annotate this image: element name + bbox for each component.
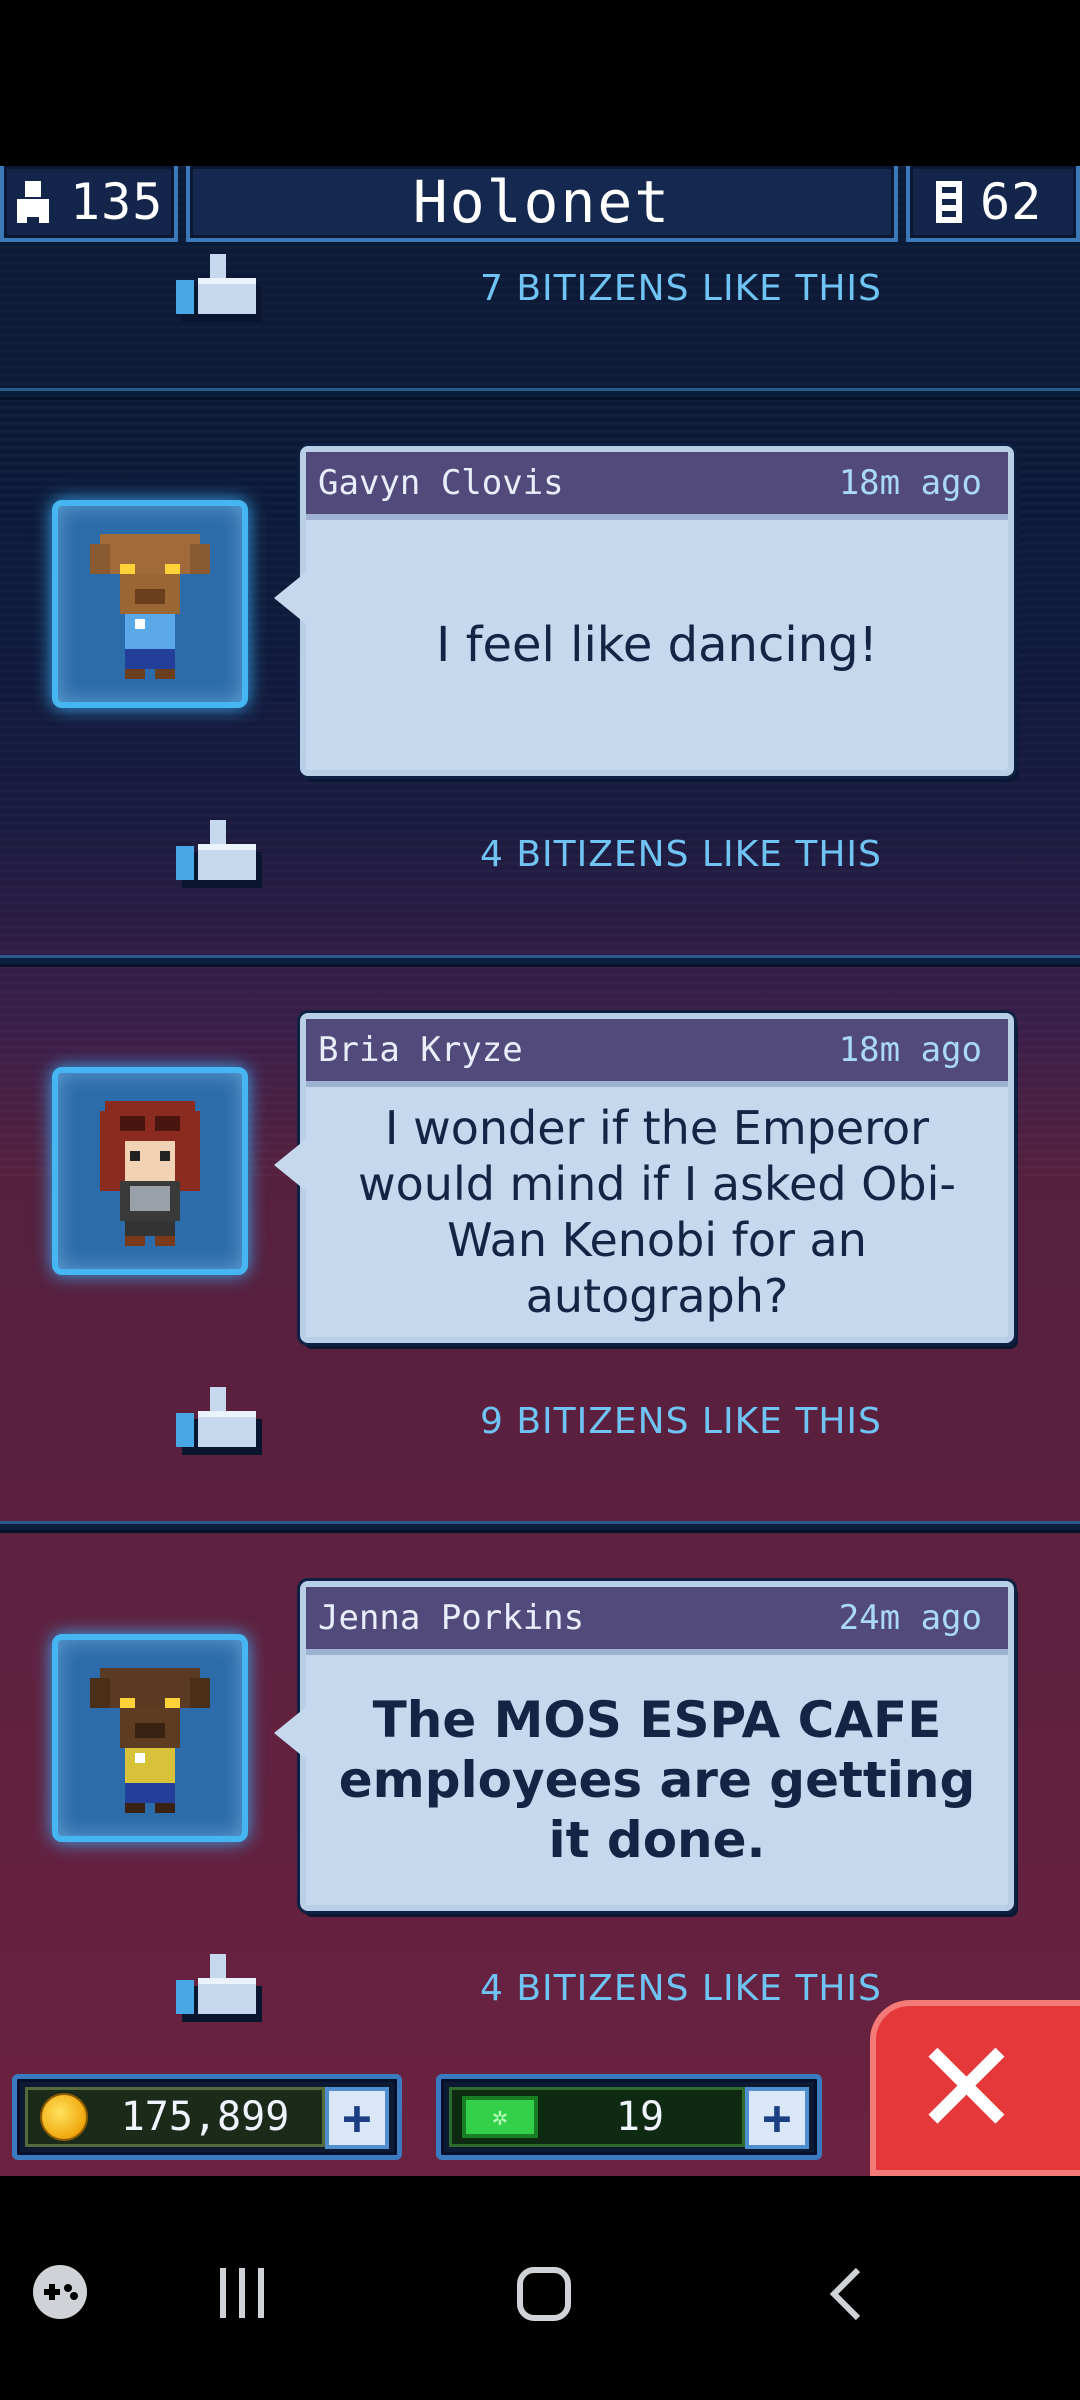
add-bux-button[interactable]: + bbox=[745, 2087, 809, 2149]
bubble-pointer bbox=[274, 1707, 306, 1759]
recents-icon[interactable] bbox=[214, 2266, 270, 2324]
message-text: I wonder if the Emperor would mind if I … bbox=[358, 1101, 956, 1323]
coin-icon bbox=[40, 2093, 88, 2141]
bux-count: 19 bbox=[615, 2094, 665, 2140]
coins-panel: 175,899 + bbox=[12, 2074, 402, 2160]
system-nav-bar bbox=[0, 2176, 1080, 2400]
holonet-header: 135 Holonet 62 bbox=[0, 166, 1080, 248]
post-likes-row: 7 BITIZENS LIKE THIS bbox=[0, 250, 1080, 340]
population-counter: 135 bbox=[0, 166, 178, 242]
bubble-pointer bbox=[274, 1139, 306, 1191]
author-name: Jenna Porkins bbox=[318, 1598, 585, 1638]
floors-counter: 62 bbox=[906, 166, 1080, 242]
message-bubble: Jenna Porkins 24m ago The MOS ESPA CAFE … bbox=[274, 1581, 1014, 1911]
message-text: The MOS ESPA CAFE employees are getting … bbox=[338, 1691, 976, 1869]
close-icon: ✕ bbox=[912, 2012, 1021, 2164]
back-icon[interactable] bbox=[826, 2266, 866, 2326]
post-time: 18m ago bbox=[838, 1030, 982, 1070]
likes-count: 7 BITIZENS LIKE THIS bbox=[480, 268, 882, 309]
avatar-image bbox=[90, 1668, 210, 1813]
post-likes-row: 9 BITIZENS LIKE THIS bbox=[0, 1383, 1080, 1473]
divider bbox=[0, 955, 1080, 967]
bubble-header: Jenna Porkins 24m ago bbox=[306, 1587, 1008, 1655]
divider bbox=[0, 1521, 1080, 1533]
message-text: I feel like dancing! bbox=[436, 617, 878, 673]
bubble-header: Bria Kryze 18m ago bbox=[306, 1019, 1008, 1087]
author-name: Bria Kryze bbox=[318, 1030, 523, 1070]
likes-count: 4 BITIZENS LIKE THIS bbox=[480, 1968, 882, 2009]
population-count: 135 bbox=[70, 173, 164, 231]
thumbs-up-icon[interactable] bbox=[176, 252, 266, 322]
avatar[interactable] bbox=[52, 500, 248, 708]
message-bubble: Bria Kryze 18m ago I wonder if the Emper… bbox=[274, 1013, 1014, 1343]
likes-count: 9 BITIZENS LIKE THIS bbox=[480, 1401, 882, 1442]
coins-display: 175,899 bbox=[25, 2087, 325, 2147]
bux-display: ✲ 19 bbox=[449, 2087, 745, 2147]
thumbs-up-icon[interactable] bbox=[176, 1952, 266, 2022]
bux-icon: ✲ bbox=[462, 2096, 538, 2138]
gamepad-icon[interactable] bbox=[30, 2262, 90, 2326]
message-bubble: Gavyn Clovis 18m ago I feel like dancing… bbox=[274, 446, 1014, 776]
post-time: 18m ago bbox=[838, 463, 982, 503]
title-bar: Holonet bbox=[186, 166, 898, 242]
bubble-header: Gavyn Clovis 18m ago bbox=[306, 452, 1008, 520]
person-icon bbox=[17, 181, 49, 223]
avatar[interactable] bbox=[52, 1634, 248, 1842]
avatar-image bbox=[90, 534, 210, 679]
thumbs-up-icon[interactable] bbox=[176, 1385, 266, 1455]
home-icon[interactable] bbox=[516, 2266, 572, 2326]
add-coins-button[interactable]: + bbox=[325, 2087, 389, 2149]
thumbs-up-icon[interactable] bbox=[176, 818, 266, 888]
avatar-image bbox=[100, 1101, 200, 1246]
bux-panel: ✲ 19 + bbox=[436, 2074, 822, 2160]
bubble-pointer bbox=[274, 572, 306, 624]
likes-count: 4 BITIZENS LIKE THIS bbox=[480, 834, 882, 875]
page-title: Holonet bbox=[412, 168, 672, 236]
close-button[interactable]: ✕ bbox=[870, 2000, 1080, 2176]
coins-count: 175,899 bbox=[120, 2094, 290, 2140]
building-icon bbox=[936, 181, 962, 223]
post-likes-row: 4 BITIZENS LIKE THIS bbox=[0, 816, 1080, 906]
author-name: Gavyn Clovis bbox=[318, 463, 564, 503]
status-bar bbox=[0, 0, 1080, 166]
post-time: 24m ago bbox=[838, 1598, 982, 1638]
floors-count: 62 bbox=[980, 173, 1043, 231]
avatar[interactable] bbox=[52, 1067, 248, 1275]
divider bbox=[0, 388, 1080, 400]
